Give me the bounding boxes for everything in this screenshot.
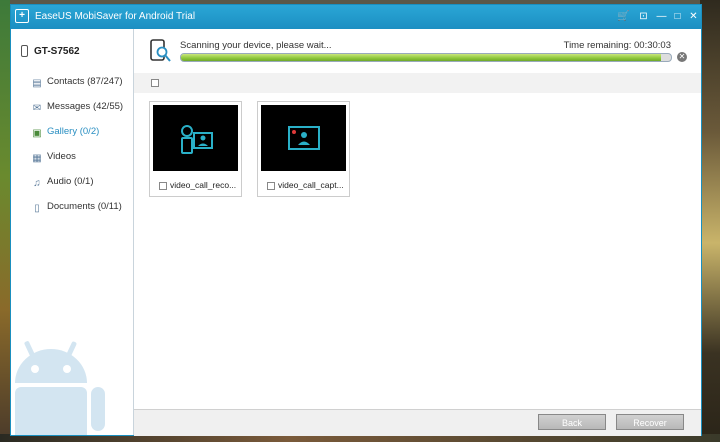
android-robot-icon: [15, 341, 105, 435]
gallery-item[interactable]: video_call_capt...: [257, 101, 350, 197]
sidebar-item-count: (0/2): [79, 126, 100, 137]
file-name: video_call_capt...: [278, 180, 344, 190]
contacts-icon: ▤: [32, 78, 42, 89]
documents-icon: ▯: [34, 203, 40, 214]
item-checkbox[interactable]: [159, 182, 167, 190]
scan-status-text: Scanning your device, please wait...: [180, 40, 332, 51]
sidebar-item-audio[interactable]: ♫ Audio (0/1): [31, 176, 94, 189]
gallery-item[interactable]: video_call_reco...: [149, 101, 242, 197]
maximize-button[interactable]: □: [671, 10, 684, 23]
window-title: EaseUS MobiSaver for Android Trial: [35, 11, 196, 22]
sidebar-item-documents[interactable]: ▯ Documents (0/11): [31, 201, 122, 214]
thumbnail: [153, 105, 238, 171]
sidebar-item-videos[interactable]: ▦ Videos: [31, 151, 76, 164]
sidebar-item-count: (0/1): [73, 176, 94, 187]
videos-icon: ▦: [32, 153, 42, 164]
sidebar: GT-S7562 ▤ Contacts (87/247) ✉ Messages (4…: [11, 29, 134, 435]
audio-icon: ♫: [33, 178, 41, 189]
video-call-capture-icon: [288, 126, 320, 150]
file-name: video_call_reco...: [170, 180, 237, 190]
app-window: + EaseUS MobiSaver for Android Trial 🛒 ⊡…: [10, 4, 702, 436]
scan-device-icon: [150, 39, 171, 62]
device-header[interactable]: GT-S7562: [21, 45, 80, 57]
sidebar-item-gallery[interactable]: ▣ Gallery (0/2): [31, 126, 99, 139]
sidebar-item-label: Videos: [47, 151, 76, 162]
time-remaining: Time remaining: 00:30:03: [563, 40, 671, 51]
scan-progress-bar: [180, 53, 672, 62]
item-checkbox[interactable]: [267, 182, 275, 190]
gallery-grid: video_call_reco... video_call_capt...: [134, 93, 701, 409]
phone-icon: [21, 45, 28, 57]
scan-progress-fill: [181, 54, 662, 61]
app-logo-icon: +: [15, 9, 29, 23]
desktop-background-left: [0, 0, 10, 442]
minimize-button[interactable]: —: [655, 10, 668, 23]
desktop-background-right: [700, 0, 720, 442]
selection-toolbar: [134, 73, 701, 94]
thumbnail: [261, 105, 346, 171]
sidebar-item-count: (87/247): [87, 76, 123, 87]
scan-status-bar: Scanning your device, please wait... Tim…: [134, 29, 701, 74]
video-call-record-icon: [181, 125, 213, 154]
select-all-checkbox[interactable]: [151, 79, 159, 87]
sidebar-item-count: (42/55): [92, 101, 124, 112]
sidebar-item-label: Audio: [47, 176, 72, 187]
recover-button[interactable]: Recover: [616, 414, 684, 430]
back-button[interactable]: Back: [538, 414, 606, 430]
cancel-scan-button[interactable]: ✕: [677, 52, 687, 62]
gallery-icon: ▣: [32, 128, 42, 139]
sidebar-item-label: Documents: [47, 201, 96, 212]
messages-icon: ✉: [32, 103, 42, 114]
sidebar-item-contacts[interactable]: ▤ Contacts (87/247): [31, 76, 123, 89]
footer-bar: Back Recover: [134, 409, 701, 436]
cart-icon[interactable]: 🛒: [617, 10, 630, 23]
restore-icon[interactable]: ⊡: [637, 10, 650, 23]
title-bar: + EaseUS MobiSaver for Android Trial 🛒 ⊡…: [11, 5, 701, 29]
sidebar-item-label: Messages: [47, 101, 91, 112]
sidebar-item-messages[interactable]: ✉ Messages (42/55): [31, 101, 123, 114]
sidebar-item-label: Gallery: [47, 126, 78, 137]
sidebar-item-label: Contacts: [47, 76, 85, 87]
sidebar-item-count: (0/11): [97, 201, 122, 212]
device-name: GT-S7562: [34, 46, 80, 57]
close-button[interactable]: ✕: [687, 10, 700, 23]
